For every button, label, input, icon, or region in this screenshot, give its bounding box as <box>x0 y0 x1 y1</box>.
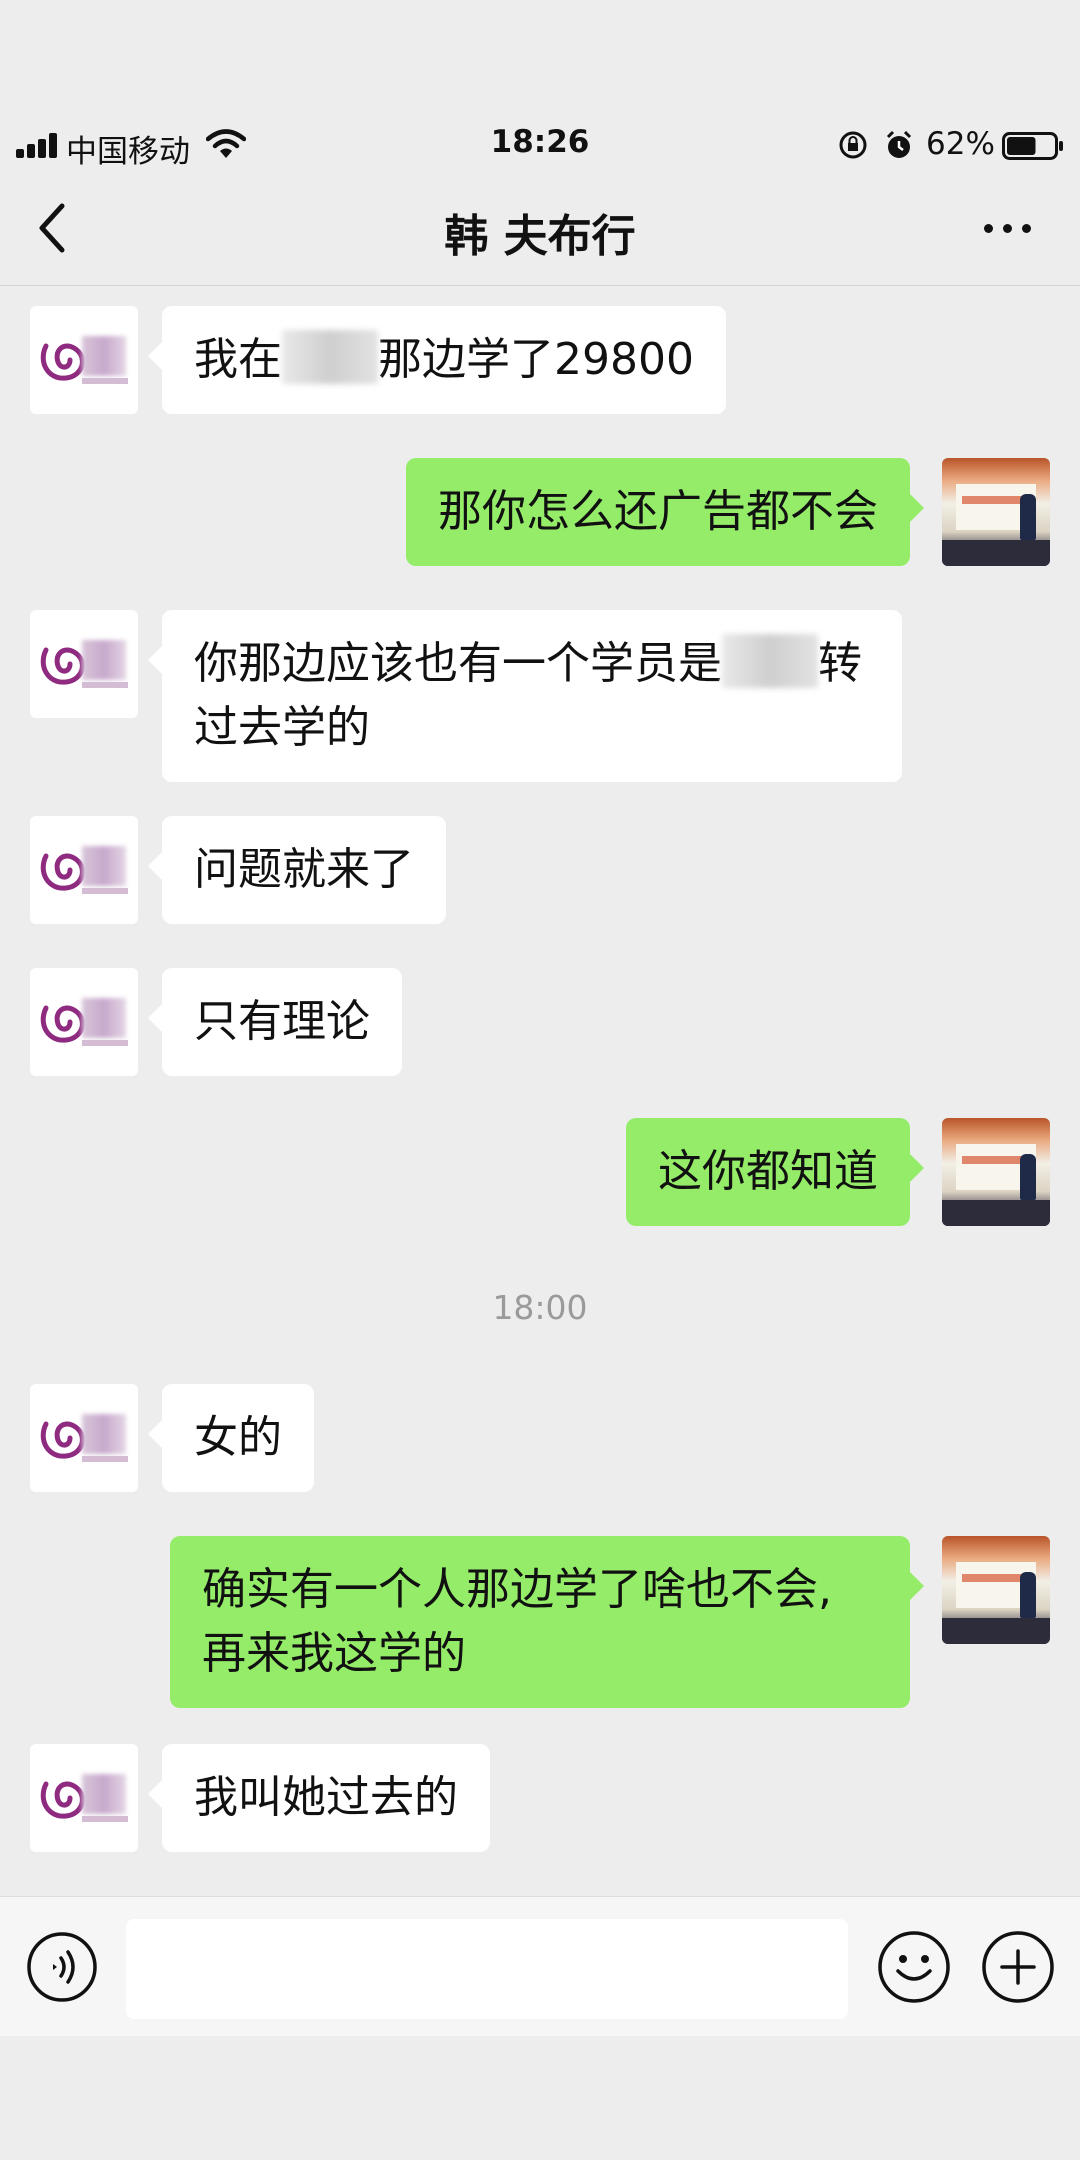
message-text: 问题就来了 <box>194 844 414 895</box>
message-bubble-incoming[interactable]: 女的 <box>148 1384 314 1492</box>
self-avatar[interactable] <box>942 1118 1050 1226</box>
brand-logo-subtext <box>82 1040 128 1046</box>
time-separator: 18:00 <box>492 1288 588 1327</box>
self-avatar[interactable] <box>942 1536 1050 1644</box>
input-bar <box>0 1896 1080 2036</box>
chat-title: 韩 夫布行 <box>444 211 636 262</box>
brand-logo-text <box>82 1414 126 1454</box>
battery-icon <box>1002 132 1063 160</box>
message-input[interactable] <box>126 1919 848 2019</box>
brand-logo-subtext <box>82 1456 128 1462</box>
message-bubble-incoming[interactable]: 我叫她过去的 <box>148 1744 490 1852</box>
message-text: 转 <box>818 638 862 689</box>
emoji-icon[interactable] <box>876 1929 952 2005</box>
contact-avatar[interactable] <box>30 968 138 1076</box>
message-text: 这你都知道 <box>658 1146 878 1197</box>
brand-logo-subtext <box>82 682 128 688</box>
contact-avatar[interactable] <box>30 1744 138 1852</box>
message-text: 确实有一个人那边学了啥也不会, <box>202 1564 832 1615</box>
message-bubble-outgoing[interactable]: 那你怎么还广告都不会 <box>406 458 924 566</box>
message-text: 再来我这学的 <box>202 1628 466 1679</box>
brand-logo-text <box>82 336 126 376</box>
message-text: 那你怎么还广告都不会 <box>438 486 878 537</box>
message-bubble-incoming[interactable]: 问题就来了 <box>148 816 446 924</box>
top-area: 中国移动 18:26 62% 韩 夫布行 <box>0 0 1080 286</box>
message-text: 女的 <box>194 1412 282 1463</box>
self-avatar[interactable] <box>942 458 1050 566</box>
message-bubble-incoming[interactable]: 我在 那边学了29800 <box>148 306 726 414</box>
message-bubble-outgoing[interactable]: 确实有一个人那边学了啥也不会, 再来我这学的 <box>170 1536 924 1708</box>
brand-logo-subtext <box>82 1816 128 1822</box>
brand-logo-text <box>82 640 126 680</box>
message-bubble-outgoing[interactable]: 这你都知道 <box>626 1118 924 1226</box>
message-text: 我叫她过去的 <box>194 1772 458 1823</box>
voice-icon[interactable] <box>26 1931 98 2003</box>
brand-logo-subtext <box>82 888 128 894</box>
brand-logo-subtext <box>82 378 128 384</box>
message-bubble-incoming[interactable]: 你那边应该也有一个学员是 转 过去学的 <box>148 610 902 782</box>
message-text: 只有理论 <box>194 996 370 1047</box>
status-bar: 中国移动 18:26 62% <box>0 118 1080 174</box>
message-text: 你那边应该也有一个学员是 <box>194 638 722 689</box>
message-text: 那边学了29800 <box>378 334 694 385</box>
message-text: 我在 <box>194 334 282 385</box>
rotation-lock-icon <box>839 131 867 159</box>
battery-percent: 62% <box>926 126 995 162</box>
more-icon[interactable] <box>980 206 1036 250</box>
bottom-area <box>0 2036 1080 2160</box>
redacted-text <box>722 634 818 688</box>
contact-avatar[interactable] <box>30 1384 138 1492</box>
redacted-text <box>282 330 378 384</box>
nav-bar: 韩 夫布行 <box>0 186 1080 272</box>
message-bubble-incoming[interactable]: 只有理论 <box>148 968 402 1076</box>
contact-avatar[interactable] <box>30 610 138 718</box>
brand-logo-text <box>82 1774 126 1814</box>
message-text: 过去学的 <box>194 702 370 753</box>
brand-logo-text <box>82 846 126 886</box>
contact-avatar[interactable] <box>30 816 138 924</box>
brand-logo-text <box>82 998 126 1038</box>
status-time: 18:26 <box>490 124 590 160</box>
contact-avatar[interactable] <box>30 306 138 414</box>
alarm-icon <box>886 130 912 158</box>
plus-icon[interactable] <box>980 1929 1056 2005</box>
